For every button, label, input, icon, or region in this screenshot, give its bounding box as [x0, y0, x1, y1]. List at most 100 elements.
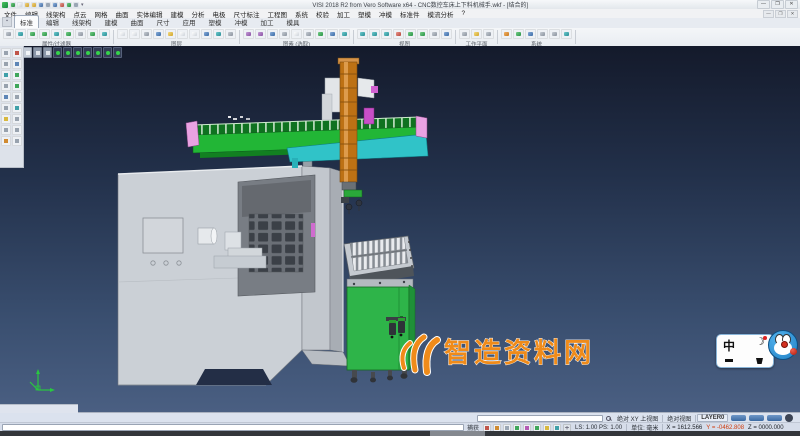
delete-icon[interactable] — [66, 2, 72, 8]
color-filter-icon[interactable] — [15, 29, 26, 39]
dock-tool-6-icon[interactable] — [12, 70, 22, 80]
model-canvas[interactable]: 智造资料网 — [0, 46, 800, 412]
menu-flow-analysis[interactable]: 模流分析 — [424, 9, 458, 19]
menu-die[interactable]: 冲模 — [375, 9, 396, 19]
select-solid-icon[interactable] — [279, 29, 290, 39]
import-icon[interactable] — [31, 2, 37, 8]
tab-die[interactable]: 冲模 — [229, 15, 254, 28]
tab-edit[interactable]: 编辑 — [40, 15, 65, 28]
app-cube-icon[interactable] — [10, 2, 16, 8]
child-minimize-button[interactable]: — — [763, 10, 774, 18]
viewport-layout-icon[interactable] — [23, 47, 32, 58]
tab-standard[interactable]: 标准 — [14, 15, 39, 28]
layer-freeze-icon[interactable] — [189, 29, 200, 39]
open-folder-icon[interactable] — [24, 2, 30, 8]
refresh-icon[interactable] — [513, 29, 524, 39]
tab-machining[interactable]: 加工 — [255, 15, 280, 28]
dock-tool-4-icon[interactable] — [12, 59, 22, 69]
dock-tool-9-icon[interactable] — [1, 92, 11, 102]
mask-icon[interactable] — [63, 29, 74, 39]
zoom-all-icon[interactable] — [357, 29, 368, 39]
match-icon[interactable] — [99, 29, 110, 39]
dock-tool-5-icon[interactable] — [1, 70, 11, 80]
menu-machining[interactable]: 加工 — [333, 9, 354, 19]
database-icon[interactable] — [549, 29, 560, 39]
view-iso-icon[interactable] — [53, 47, 62, 58]
dock-tool-1-icon[interactable] — [1, 48, 11, 58]
zoom-in-icon[interactable] — [381, 29, 392, 39]
view-list-icon[interactable] — [441, 29, 452, 39]
tab-tooling[interactable]: 模具 — [281, 15, 306, 28]
cnc-lathe-machine[interactable] — [118, 166, 350, 385]
tab-surface[interactable]: 曲面 — [125, 15, 150, 28]
select-filter-icon[interactable] — [51, 29, 62, 39]
view-rotate-icon[interactable] — [93, 47, 102, 58]
search-icon[interactable] — [605, 415, 612, 422]
workplane-align-icon[interactable] — [471, 29, 482, 39]
dock-tool-11-icon[interactable] — [1, 103, 11, 113]
menu-standard-parts[interactable]: 标准件 — [396, 9, 424, 19]
select-window-icon[interactable] — [255, 29, 266, 39]
view-top-icon[interactable] — [63, 47, 72, 58]
print-icon[interactable] — [45, 2, 51, 8]
workplane-new-icon[interactable] — [459, 29, 470, 39]
select-all-icon[interactable] — [243, 29, 254, 39]
view-front-icon[interactable] — [73, 47, 82, 58]
tab-wireframe[interactable]: 线架构 — [66, 15, 98, 28]
maximize-button[interactable]: ❐ — [771, 0, 784, 9]
dock-tool-12-icon[interactable] — [12, 103, 22, 113]
attribute-icon[interactable] — [3, 29, 14, 39]
ime-skin-icon[interactable] — [756, 358, 763, 364]
child-restore-button[interactable]: ❐ — [775, 10, 786, 18]
active-layer-button[interactable]: LAYER0 — [697, 414, 728, 422]
tab-mould[interactable]: 塑模 — [203, 15, 228, 28]
select-chain-icon[interactable] — [267, 29, 278, 39]
menu-verify[interactable]: 校验 — [312, 9, 333, 19]
layer-list-icon[interactable] — [201, 29, 212, 39]
view-zoom-icon[interactable] — [103, 47, 112, 58]
dock-tool-13-icon[interactable] — [1, 114, 11, 124]
ime-status-widget[interactable]: 中 ☽ — [716, 328, 798, 372]
layer-move-icon[interactable] — [141, 29, 152, 39]
tab-modeling[interactable]: 建模 — [99, 15, 124, 28]
copy-icon[interactable] — [52, 2, 58, 8]
select-edge-icon[interactable] — [303, 29, 314, 39]
shade-icon[interactable] — [429, 29, 440, 39]
graphics-viewport[interactable]: 智造资料网 中 ☽ — [0, 46, 800, 412]
zoom-window-icon[interactable] — [369, 29, 380, 39]
viewport-shade-icon[interactable] — [33, 47, 42, 58]
layer-manager-icon[interactable] — [213, 29, 224, 39]
workplane-reset-icon[interactable] — [483, 29, 494, 39]
view-fit-icon[interactable] — [113, 47, 122, 58]
tab-application[interactable]: 应用 — [177, 15, 202, 28]
viewport-cursor-icon[interactable] — [43, 47, 52, 58]
info-icon[interactable] — [525, 29, 536, 39]
pick-icon[interactable] — [75, 29, 86, 39]
layer-current-icon[interactable] — [153, 29, 164, 39]
brush-icon[interactable] — [73, 2, 79, 8]
dock-tool-2-icon[interactable] — [12, 48, 22, 58]
select-face-icon[interactable] — [291, 29, 302, 39]
select-group-icon[interactable] — [327, 29, 338, 39]
probe-icon[interactable] — [87, 29, 98, 39]
menu-help[interactable]: ? — [458, 10, 470, 17]
layer-settings-icon[interactable] — [225, 29, 236, 39]
layer-new-icon[interactable] — [117, 29, 128, 39]
tab-dimension[interactable]: 尺寸 — [151, 15, 176, 28]
paste-icon[interactable] — [59, 2, 65, 8]
options-icon[interactable] — [561, 29, 572, 39]
gripper-end-effector[interactable] — [341, 182, 362, 214]
dock-tool-18-icon[interactable] — [12, 136, 22, 146]
menu-mould[interactable]: 塑模 — [354, 9, 375, 19]
filter-on-icon[interactable] — [27, 29, 38, 39]
select-invert-icon[interactable] — [315, 29, 326, 39]
dock-tool-16-icon[interactable] — [12, 125, 22, 135]
layer-hide-icon[interactable] — [177, 29, 188, 39]
layer-visible-icon[interactable] — [165, 29, 176, 39]
save-icon[interactable] — [38, 2, 44, 8]
view-side-icon[interactable] — [83, 47, 92, 58]
ime-keyboard-icon[interactable] — [725, 359, 733, 362]
calculator-icon[interactable] — [501, 29, 512, 39]
status-lock-icon[interactable] — [785, 414, 793, 422]
zoom-previous-icon[interactable] — [393, 29, 404, 39]
